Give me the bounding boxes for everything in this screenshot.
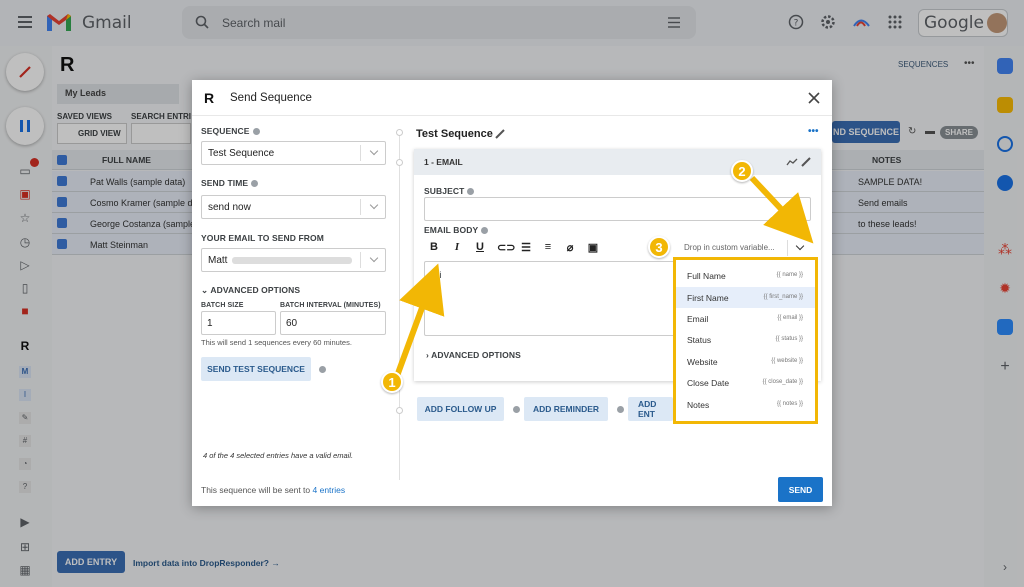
arrow-2 bbox=[749, 175, 814, 244]
callout-badge-2: 2 bbox=[731, 160, 753, 182]
arrow-1 bbox=[394, 263, 445, 378]
callout-arrows bbox=[394, 175, 814, 378]
callout-badge-1: 1 bbox=[381, 371, 403, 393]
callout-badge-3: 3 bbox=[648, 236, 670, 258]
